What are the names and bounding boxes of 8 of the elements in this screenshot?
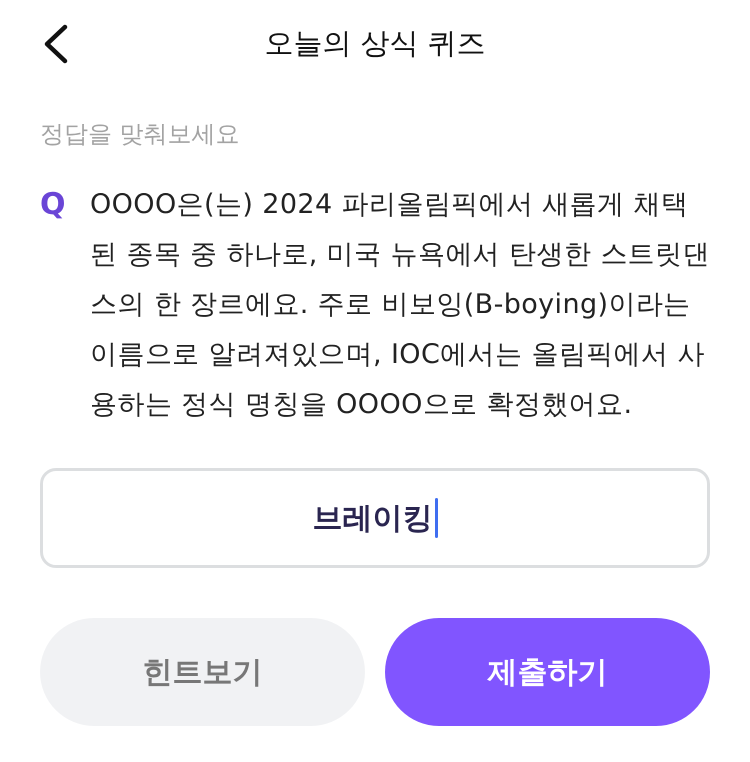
question-text: OOOO은(는) 2024 파리올림픽에서 새롭게 채택된 종목 중 하나로, 미국 뉴욕에서 탄생한 스트릿댄스의 한 장르에요. 주로 비보잉(B-boying)이라는 이름으로 알려져있으며, IOC에서는 올림픽에서 사용하는 정식 명칭을 OOOO으로 확정했어요. xyxy=(90,188,710,422)
back-icon[interactable] xyxy=(42,24,70,64)
answer-field[interactable]: 브레이킹 xyxy=(40,468,710,568)
question-marker: Q xyxy=(40,186,67,224)
instruction-text: 정답을 맞춰보세요 xyxy=(40,119,240,150)
page-title: 오늘의 상식 퀴즈 xyxy=(264,25,486,62)
hint-button[interactable]: 힌트보기 xyxy=(40,618,365,726)
submit-button[interactable]: 제출하기 xyxy=(385,618,710,726)
